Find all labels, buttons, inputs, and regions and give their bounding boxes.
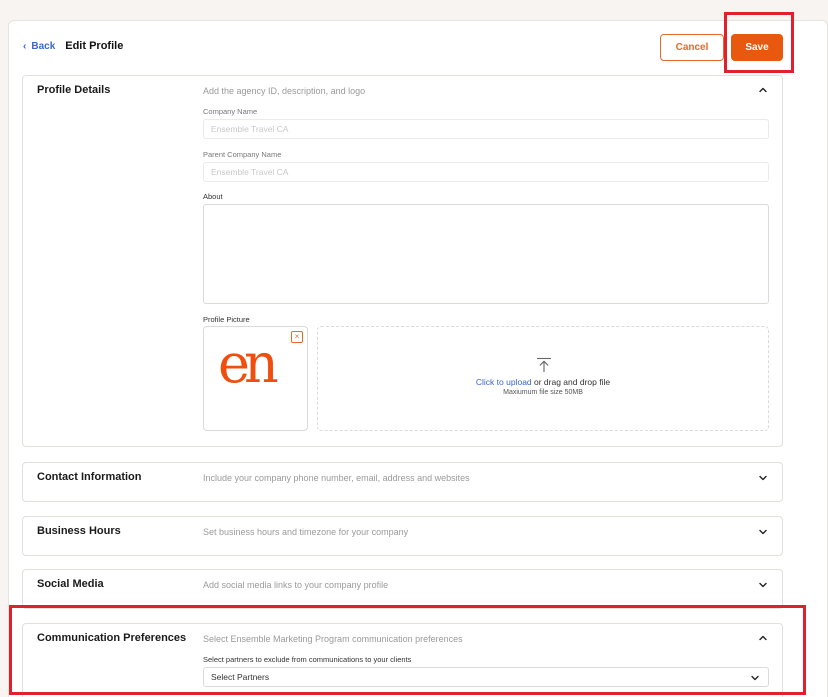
section-description: Include your company phone number, email… (203, 473, 470, 483)
about-textarea[interactable] (203, 204, 769, 304)
social-media-section[interactable]: Social Media Add social media links to y… (22, 569, 783, 609)
select-partners-dropdown[interactable]: Select Partners (203, 667, 769, 687)
upload-dropzone[interactable]: Click to upload or drag and drop file Ma… (317, 326, 769, 431)
chevron-down-icon[interactable] (758, 580, 768, 590)
back-link[interactable]: ‹ Back (23, 41, 55, 52)
click-to-upload-link[interactable]: Click to upload (476, 377, 532, 387)
parent-company-label: Parent Company Name (203, 150, 282, 159)
select-partners-value: Select Partners (211, 672, 270, 682)
top-bar: ‹ Back Edit Profile (23, 40, 123, 52)
upload-size-hint: Maxiumum file size 50MB (503, 389, 583, 396)
section-title: Communication Preferences (37, 632, 187, 644)
close-icon[interactable]: × (291, 331, 303, 343)
save-button[interactable]: Save (731, 34, 783, 61)
about-label: About (203, 192, 223, 201)
profile-picture-preview: en × (203, 326, 308, 431)
section-title: Profile Details (37, 84, 111, 96)
profile-details-section: Profile Details Add the agency ID, descr… (22, 75, 783, 447)
chevron-down-icon[interactable] (758, 473, 768, 483)
chevron-down-icon[interactable] (758, 527, 768, 537)
page-title: Edit Profile (65, 40, 124, 52)
section-description: Set business hours and timezone for your… (203, 527, 409, 537)
back-label: Back (31, 40, 56, 52)
section-title: Contact Information (37, 471, 142, 483)
profile-picture-label: Profile Picture (203, 315, 250, 324)
parent-company-input[interactable]: Ensemble Travel CA (203, 162, 769, 182)
upload-icon (536, 357, 552, 373)
section-description: Add social media links to your company p… (203, 580, 389, 590)
chevron-up-icon[interactable] (758, 633, 768, 643)
contact-information-section[interactable]: Contact Information Include your company… (22, 462, 783, 502)
chevron-down-icon (750, 673, 760, 683)
business-hours-section[interactable]: Business Hours Set business hours and ti… (22, 516, 783, 556)
cancel-button[interactable]: Cancel (660, 34, 724, 61)
section-description: Add the agency ID, description, and logo (203, 86, 366, 96)
company-logo: en (218, 332, 279, 395)
chevron-left-icon: ‹ (23, 40, 27, 52)
communication-preferences-section: Communication Preferences Select Ensembl… (22, 623, 783, 697)
chevron-up-icon[interactable] (758, 85, 768, 95)
upload-instruction: Click to upload or drag and drop file (318, 377, 768, 387)
company-name-input[interactable]: Ensemble Travel CA (203, 119, 769, 139)
upload-rest-text: or drag and drop file (531, 377, 611, 387)
section-description: Select Ensemble Marketing Program commun… (203, 634, 463, 644)
partners-label: Select partners to exclude from communic… (203, 655, 412, 664)
company-name-label: Company Name (203, 107, 258, 116)
section-title: Social Media (37, 578, 104, 590)
section-title: Business Hours (37, 525, 121, 537)
